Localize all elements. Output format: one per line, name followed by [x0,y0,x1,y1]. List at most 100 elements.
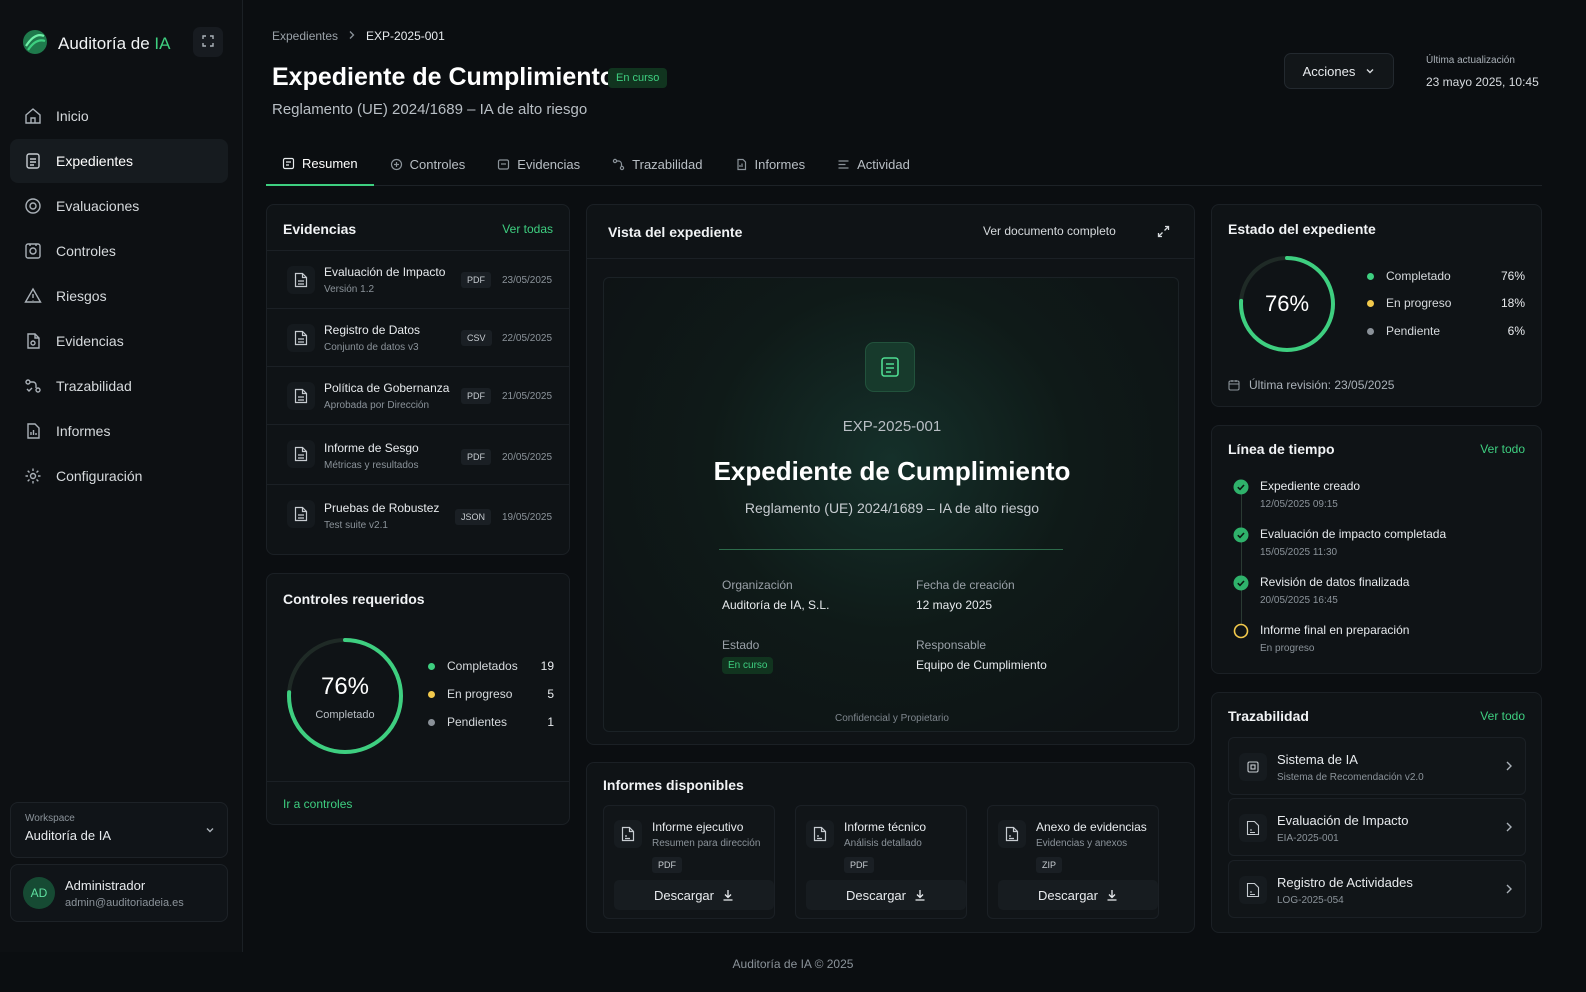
tab-informes[interactable]: Informes [719,142,822,186]
legend-label: En progreso [447,687,513,701]
estado-title: Estado del expediente [1228,221,1376,237]
target-icon [25,198,41,214]
breadcrumb-parent[interactable]: Expedientes [272,29,338,43]
evidence-sub: Métricas y resultados [324,460,419,471]
download-button[interactable]: Descargar [614,880,774,910]
timeline-item-time: 15/05/2025 11:30 [1260,547,1338,558]
check-icon [1233,575,1249,594]
file-type-badge: PDF [461,272,491,288]
brand[interactable]: Auditoría de IA [22,29,170,58]
controls-icon [390,158,402,170]
evidence-sub: Versión 1.2 [324,284,375,295]
timeline-card: Línea de tiempo Ver todo Expediente crea… [1211,425,1542,674]
evidencias-title: Evidencias [283,221,357,237]
sidebar-item-configuracion[interactable]: Configuración [10,454,228,498]
footer: Auditoría de IA © 2025 [0,952,1586,992]
document-icon [1239,814,1267,842]
evidence-row[interactable]: Registro de Datos Conjunto de datos v3 C… [267,308,569,366]
evidencias-card: Evidencias Ver todas Evaluación de Impac… [266,204,570,555]
page-subtitle: Reglamento (UE) 2024/1689 – IA de alto r… [272,101,588,118]
sidebar-item-evidencias[interactable]: Evidencias [10,319,228,363]
tab-resumen[interactable]: Resumen [266,142,374,186]
sidebar-item-riesgos[interactable]: Riesgos [10,274,228,318]
legend-en-progreso: En progreso 18% [1367,296,1525,310]
sidebar-item-trazabilidad[interactable]: Trazabilidad [10,364,228,408]
download-icon [915,890,925,901]
document-icon [287,323,315,352]
tab-evidencias[interactable]: Evidencias [481,142,596,186]
trace-row[interactable]: Registro de Actividades LOG-2025-054 [1228,860,1526,918]
document-icon [881,357,899,377]
breadcrumb: Expedientes EXP-2025-001 [272,29,445,43]
doc-status-badge: En curso [722,657,774,674]
sidebar-item-informes[interactable]: Informes [10,409,228,453]
evidence-row[interactable]: Pruebas de Robustez Test suite v2.1 JSON… [267,484,569,542]
activity-icon [838,159,849,169]
legend-completados: Completados 19 [428,659,554,673]
timeline-item: Evaluación de impacto completada 15/05/2… [1260,527,1446,558]
document-preview[interactable]: EXP-2025-001 Expediente de Cumplimiento … [603,277,1179,732]
legend-label: Completados [447,659,518,673]
workspace-value: Auditoría de IA [25,828,111,843]
sidebar-item-expedientes[interactable]: Expedientes [10,139,228,183]
file-type-badge: JSON [455,509,492,525]
ir-a-controles-link[interactable]: Ir a controles [283,797,352,811]
tab-label: Controles [409,156,466,172]
trace-row[interactable]: Evaluación de Impacto EIA-2025-001 [1228,798,1526,856]
document-icon [287,381,315,410]
controles-title: Controles requeridos [283,591,425,607]
evidence-sub: Conjunto de datos v3 [324,342,419,353]
download-button[interactable]: Descargar [998,880,1158,910]
evidence-row[interactable]: Informe de Sesgo Métricas y resultados P… [267,424,569,482]
timeline-item-title: Expediente creado [1260,479,1361,493]
sidebar-item-evaluaciones[interactable]: Evaluaciones [10,184,228,228]
tab-trazabilidad[interactable]: Trazabilidad [596,142,718,186]
legend-label: Pendientes [447,715,508,729]
legend-value: 19 [540,659,554,673]
ver-documento-link[interactable]: Ver documento completo [983,224,1116,238]
report-item: Anexo de evidencias Evidencias y anexos … [987,805,1159,919]
download-button[interactable]: Descargar [806,880,966,910]
collapse-sidebar-button[interactable] [193,27,223,57]
user-profile[interactable]: AD Administrador admin@auditoriadeia.es [10,864,228,922]
sidebar-item-label: Expedientes [56,153,134,169]
tab-label: Trazabilidad [632,156,703,172]
chevron-right-icon [348,29,356,43]
legend-label: Pendiente [1386,324,1441,338]
ver-todo-timeline-link[interactable]: Ver todo [1480,442,1525,456]
timeline-item-title: Revisión de datos finalizada [1260,575,1410,589]
sidebar-item-label: Riesgos [56,288,107,304]
warning-icon [24,287,42,303]
trace-row[interactable]: Sistema de IA Sistema de Recomendación v… [1228,737,1526,795]
sidebar-nav: Inicio Expedientes Evaluaciones Controle… [10,94,228,499]
evidence-row[interactable]: Política de Gobernanza Aprobada por Dire… [267,366,569,424]
last-review: Última revisión: 23/05/2025 [1228,378,1394,392]
informes-title: Informes disponibles [603,777,744,793]
check-icon [1233,527,1249,546]
evidence-icon [498,158,510,170]
evidence-row[interactable]: Evaluación de Impacto Versión 1.2 PDF 23… [267,250,569,308]
file-type-badge: PDF [461,388,491,404]
workspace-selector[interactable]: Workspace Auditoría de IA [10,802,228,858]
sidebar-item-label: Controles [56,243,116,259]
ver-todo-trazabilidad-link[interactable]: Ver todo [1480,709,1525,723]
document-icon [287,265,315,294]
timeline-title: Línea de tiempo [1228,441,1335,457]
document-icon [287,499,315,528]
controles-center-sub: Completado [315,709,375,721]
tab-controles[interactable]: Controles [374,142,482,186]
ver-todas-link[interactable]: Ver todas [502,222,553,236]
sidebar-item-inicio[interactable]: Inicio [10,94,228,138]
timeline-item-time: 12/05/2025 09:15 [1260,499,1338,510]
expand-icon[interactable] [1157,225,1170,241]
trace-name: Evaluación de Impacto [1277,813,1409,828]
trace-sub: EIA-2025-001 [1277,833,1339,844]
timeline-line [1241,494,1242,634]
last-update: Última actualización 23 mayo 2025, 10:45 [1426,55,1539,89]
sidebar-item-controles[interactable]: Controles [10,229,228,273]
avatar: AD [23,877,55,909]
chevron-right-icon [1505,883,1513,898]
tab-actividad[interactable]: Actividad [821,142,926,186]
actions-button[interactable]: Acciones [1284,53,1394,89]
report-item: Informe técnico Análisis detallado PDF D… [795,805,967,919]
